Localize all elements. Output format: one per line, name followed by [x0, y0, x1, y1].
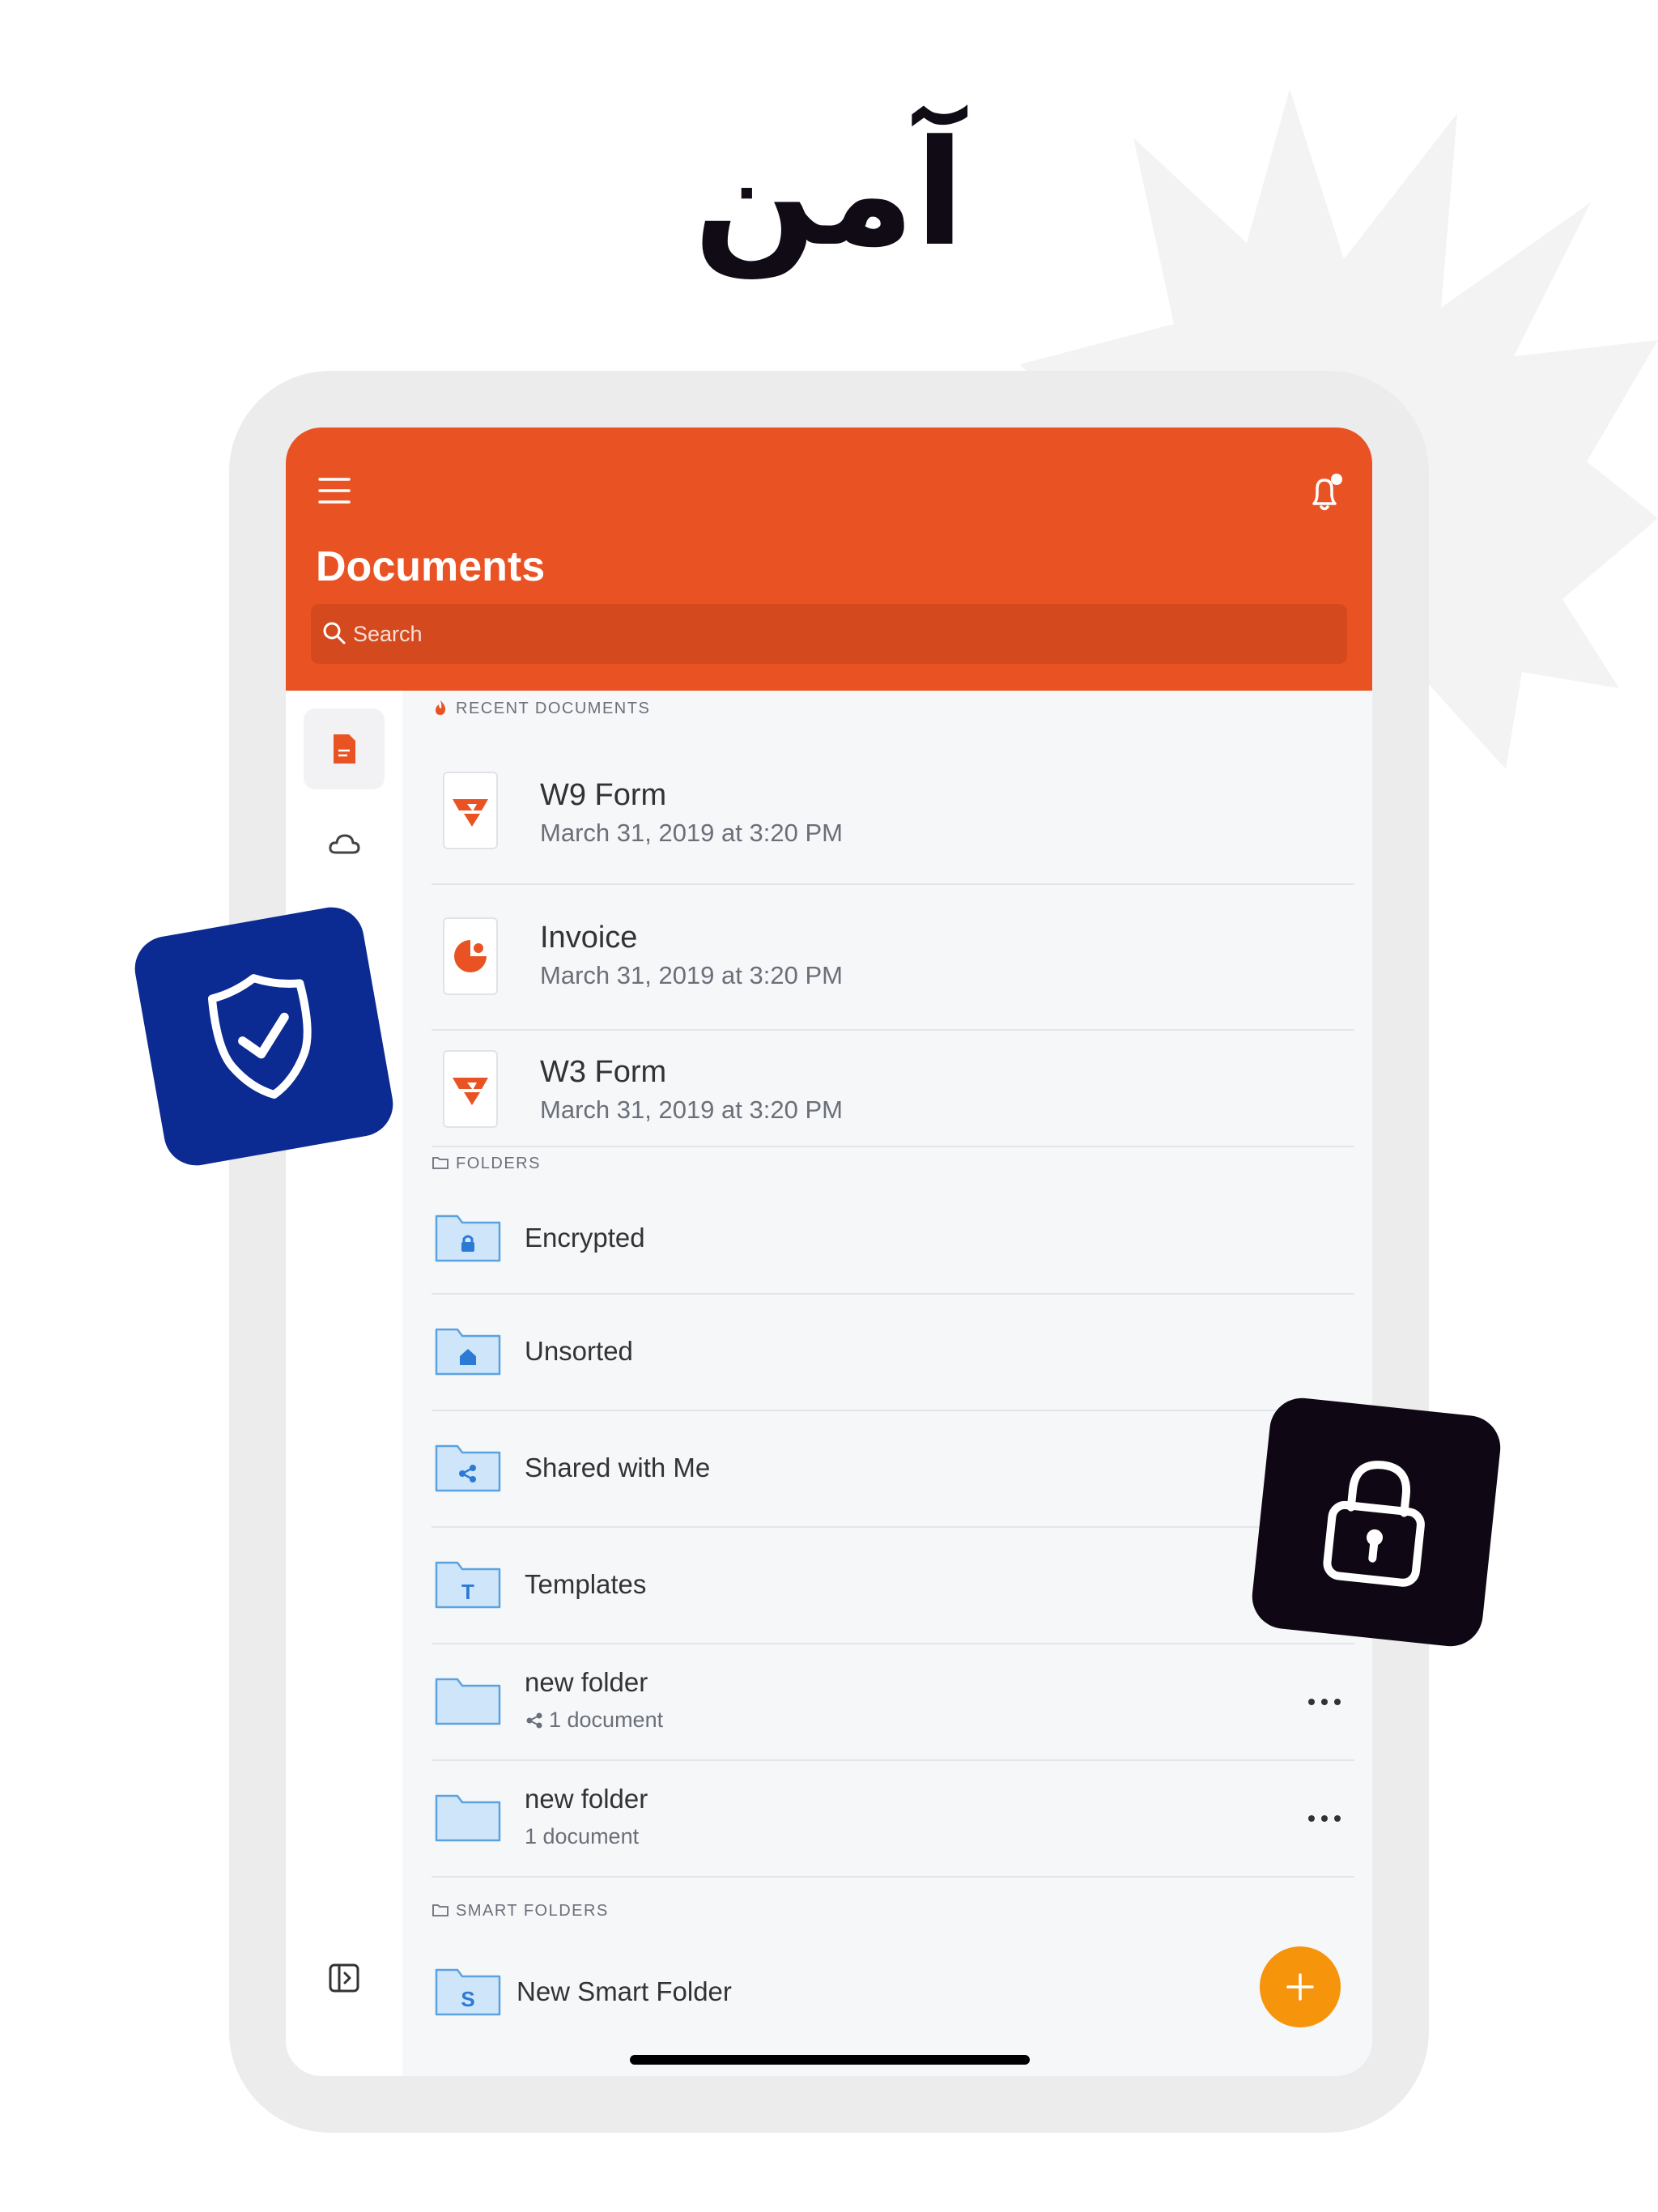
recent-document-row[interactable]: Invoice March 31, 2019 at 3:20 PM: [432, 885, 1354, 1031]
padlock-icon: [1323, 1461, 1425, 1587]
search-bar[interactable]: [311, 604, 1347, 664]
encrypted-folder-icon: [435, 1214, 501, 1262]
document-date: March 31, 2019 at 3:20 PM: [540, 819, 843, 847]
folder-subtitle: 1 document: [525, 1708, 663, 1733]
sidebar-item-documents[interactable]: [304, 708, 385, 789]
shield-check-icon: [207, 974, 312, 1099]
section-recent-documents: RECENT DOCUMENTS: [432, 695, 650, 722]
document-thumbnail: [443, 1050, 498, 1128]
sidebar-item-cloud[interactable]: [304, 804, 385, 885]
folder-row-unsorted[interactable]: Unsorted: [432, 1295, 1354, 1411]
document-title: W3 Form: [540, 1055, 667, 1089]
section-label-text: RECENT DOCUMENTS: [456, 700, 651, 717]
folder-count: 1 document: [525, 1824, 640, 1848]
flame-icon: [436, 700, 446, 715]
templates-folder-icon: T: [435, 1561, 501, 1609]
folder-name: Encrypted: [525, 1223, 645, 1253]
section-label-text: FOLDERS: [456, 1155, 541, 1172]
page-title: Documents: [316, 543, 546, 590]
folder-row-new-folder[interactable]: new folder 1 document: [432, 1644, 1354, 1761]
folder-row-shared[interactable]: Shared with Me: [432, 1411, 1354, 1528]
document-title: Invoice: [540, 921, 638, 955]
unsorted-folder-icon: [435, 1328, 501, 1376]
home-indicator: [630, 2055, 1030, 2065]
folder-row-templates[interactable]: T Templates: [432, 1528, 1354, 1644]
document-date: March 31, 2019 at 3:20 PM: [540, 1095, 843, 1124]
add-button[interactable]: [1260, 1946, 1341, 2027]
search-icon: [323, 622, 346, 644]
document-thumbnail: [443, 917, 498, 995]
folder-outline-icon: [432, 1904, 449, 1916]
smart-folder-icon: S: [435, 1968, 501, 2016]
recent-document-row[interactable]: W9 Form March 31, 2019 at 3:20 PM: [432, 739, 1354, 885]
share-icon: [526, 1712, 542, 1729]
app-header: Documents: [286, 428, 1372, 691]
lock-badge: [1248, 1394, 1504, 1650]
more-options-icon[interactable]: [1306, 1813, 1343, 1824]
folder-icon: [435, 1678, 501, 1725]
pdf-form-icon: [453, 799, 488, 827]
shield-badge: [130, 902, 398, 1171]
hamburger-menu-icon[interactable]: [318, 474, 351, 507]
folder-name: Shared with Me: [525, 1453, 711, 1482]
folder-name: New Smart Folder: [517, 1976, 732, 2006]
pdf-form-icon: [453, 1078, 488, 1105]
app-screen: Documents Search RECENT DOCUMENTS W9 For…: [286, 428, 1372, 2076]
headline: آمن: [693, 109, 965, 279]
folder-count: 1 document: [549, 1708, 664, 1732]
sidebar-toggle-icon: [329, 1963, 359, 1993]
cloud-icon: [329, 834, 360, 854]
folder-name: new folder: [525, 1667, 648, 1697]
sidebar: [286, 691, 402, 2076]
document-icon: [334, 734, 355, 764]
smart-folder-glyph: S: [461, 1987, 474, 2011]
sidebar-toggle-button[interactable]: [304, 1938, 385, 2018]
section-folders: FOLDERS: [432, 1150, 541, 1177]
section-label-text: SMART FOLDERS: [456, 1902, 609, 1920]
more-options-icon[interactable]: [1306, 1696, 1343, 1708]
folder-row-new-folder[interactable]: new folder 1 document: [432, 1761, 1354, 1878]
invoice-chart-icon: [454, 940, 487, 972]
plus-icon: [1286, 1973, 1314, 2001]
section-smart-folders: SMART FOLDERS: [432, 1897, 609, 1925]
document-thumbnail: [443, 772, 498, 849]
recent-document-row[interactable]: W3 Form March 31, 2019 at 3:20 PM: [432, 1031, 1354, 1147]
folder-name: Templates: [525, 1569, 647, 1599]
folder-name: Unsorted: [525, 1336, 633, 1366]
shared-folder-icon: [435, 1444, 501, 1492]
template-glyph: T: [461, 1580, 474, 1604]
folder-name: new folder: [525, 1784, 648, 1814]
bell-icon[interactable]: [1307, 473, 1345, 513]
folder-outline-icon: [432, 1157, 449, 1169]
folder-icon: [435, 1794, 501, 1842]
folder-row-encrypted[interactable]: Encrypted: [432, 1185, 1354, 1295]
search-input[interactable]: [353, 604, 1324, 664]
document-title: W9 Form: [540, 778, 667, 812]
smart-folder-row[interactable]: S New Smart Folder: [432, 1931, 1354, 2052]
document-date: March 31, 2019 at 3:20 PM: [540, 961, 843, 989]
